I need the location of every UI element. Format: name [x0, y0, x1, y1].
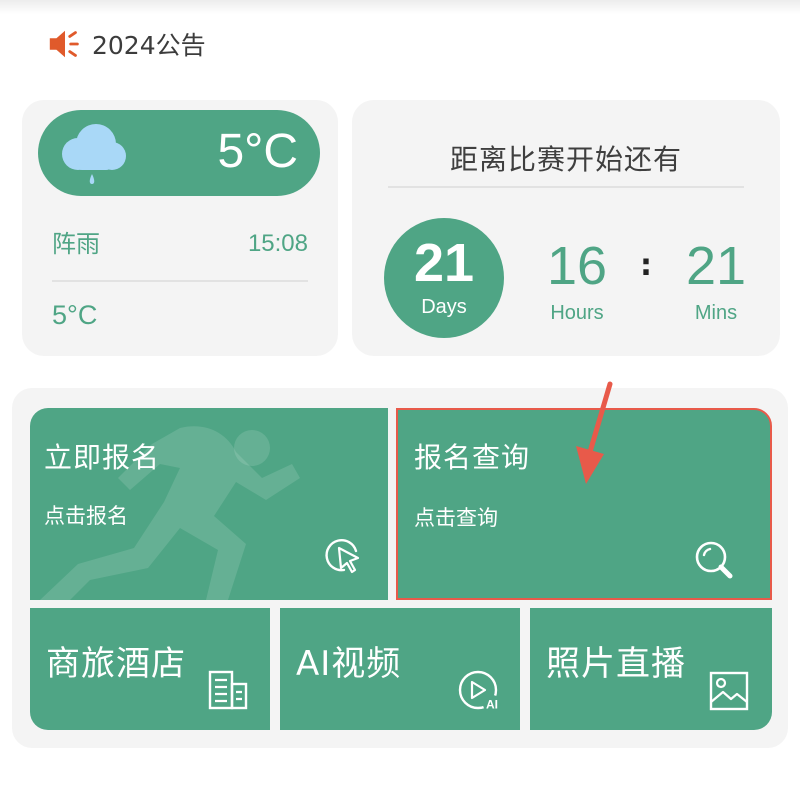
ai-video-tile[interactable]: AI视频 AI — [280, 608, 520, 730]
hotel-tile[interactable]: 商旅酒店 — [30, 608, 270, 730]
weather-pill: 5°C — [38, 110, 320, 196]
weather-temperature: 5°C — [217, 125, 298, 178]
notice-bar[interactable]: 2024公告 — [46, 24, 206, 64]
countdown-title: 距离比赛开始还有 — [449, 143, 682, 176]
divider — [52, 280, 308, 282]
ai-play-icon: AI — [458, 670, 501, 713]
days-label: Days — [421, 296, 467, 318]
pointer-click-icon — [325, 539, 360, 574]
countdown-card: 距离比赛开始还有 21 Days 16 Hours : 21 Mins — [352, 100, 780, 356]
ai-video-title: AI视频 — [296, 644, 402, 684]
query-subtitle: 点击查询 — [414, 506, 498, 530]
cloud-rain-icon — [62, 124, 126, 184]
hours-unit: 16 Hours — [527, 236, 627, 325]
days-value: 21 — [413, 233, 475, 293]
notice-text: 2024公告 — [92, 31, 206, 60]
query-title: 报名查询 — [414, 441, 531, 474]
weather-temperature-secondary: 5°C — [52, 300, 98, 330]
hours-label: Hours — [550, 302, 604, 324]
hours-value: 16 — [546, 236, 608, 296]
photo-live-tile[interactable]: 照片直播 — [530, 608, 772, 730]
weather-card: 5°C 阵雨 15:08 5°C — [22, 100, 338, 356]
pointer-arrow-annotation — [576, 381, 613, 484]
speaker-icon — [49, 30, 79, 58]
photo-live-title: 照片直播 — [546, 644, 686, 684]
register-subtitle: 点击报名 — [44, 504, 128, 528]
mins-label: Mins — [694, 302, 738, 324]
days-circle: 21 Days — [384, 218, 504, 338]
hotel-title: 商旅酒店 — [46, 644, 186, 684]
top-shadow — [0, 0, 800, 14]
register-tile[interactable]: 立即报名 点击报名 — [30, 408, 388, 600]
mins-value: 21 — [685, 236, 747, 296]
weather-condition: 阵雨 — [52, 230, 100, 258]
ai-badge: AI — [486, 698, 498, 712]
image-icon — [709, 671, 749, 711]
mins-unit: 21 Mins — [666, 236, 766, 325]
time-separator: : — [640, 248, 652, 283]
building-icon — [208, 670, 248, 710]
weather-time: 15:08 — [247, 230, 308, 257]
search-icon — [695, 541, 733, 579]
divider — [388, 186, 744, 188]
register-title: 立即报名 — [44, 441, 161, 474]
